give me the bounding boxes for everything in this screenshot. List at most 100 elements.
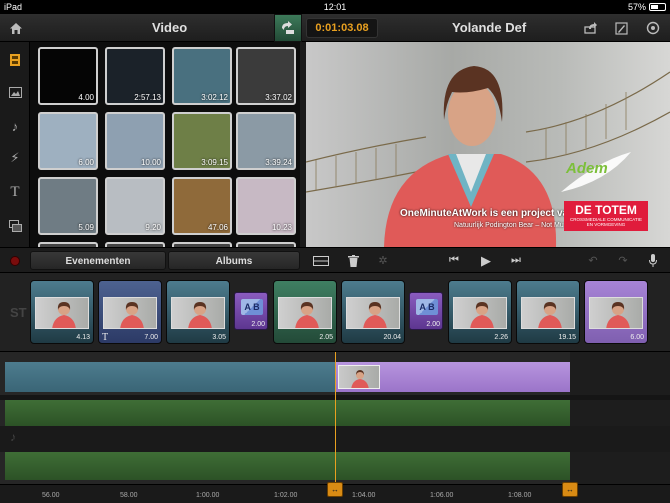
storyboard-clip[interactable]: 6.00	[584, 280, 648, 344]
split-icon	[313, 255, 329, 266]
tab-titles[interactable]: T	[3, 180, 27, 204]
ruler-tick: 1:06.00	[430, 492, 454, 499]
library-thumbnail[interactable]: 3:02.12	[172, 47, 232, 105]
skip-back-button[interactable]: ⏮	[443, 251, 465, 270]
video-track[interactable]	[5, 362, 570, 392]
lightning-icon: ⚡	[10, 150, 20, 165]
skip-forward-button[interactable]: ⏭	[505, 251, 527, 270]
storyboard-clip[interactable]: 2.26	[448, 280, 512, 344]
thumbnail-duration: 10.00	[140, 158, 161, 167]
import-button[interactable]	[274, 14, 302, 42]
brand-name: DE TOTEM	[575, 203, 637, 217]
library-thumbnail[interactable]: 2:57.13	[105, 47, 165, 105]
transition-duration: 2.00	[426, 321, 440, 328]
thumbnail-duration: 2:57.13	[134, 93, 161, 102]
library-thumbnail[interactable]: 3:09.15	[172, 112, 232, 170]
record-button[interactable]	[10, 256, 20, 266]
battery-icon	[649, 3, 666, 11]
storyboard-clip[interactable]: 2.05	[273, 280, 337, 344]
clip-duration: 6.00	[630, 334, 644, 341]
tab-music[interactable]: ♪	[3, 114, 27, 138]
clip-duration: 4.13	[76, 334, 90, 341]
home-button[interactable]	[3, 16, 29, 40]
title-text-icon: T	[102, 332, 109, 343]
audio-track[interactable]	[5, 400, 570, 426]
magic-wand-icon: ✲	[378, 255, 388, 267]
library-source-bar: Evenementen Albums	[0, 247, 306, 272]
edit-button[interactable]	[608, 16, 634, 40]
storyboard-clip[interactable]: T 7.00	[98, 280, 162, 344]
play-button[interactable]: ▶	[475, 251, 497, 270]
magic-button[interactable]: ✲	[372, 251, 394, 270]
microphone-icon	[649, 254, 657, 267]
storyboard-clip[interactable]: 19.15	[516, 280, 580, 344]
music-track[interactable]	[5, 452, 570, 480]
storyboard-clip[interactable]: 4.13	[30, 280, 94, 344]
voiceover-button[interactable]	[642, 251, 664, 270]
waveform	[5, 461, 570, 471]
tab-overlays[interactable]	[3, 214, 27, 238]
library-thumbnail[interactable]: 6.00	[38, 112, 98, 170]
split-clip-button[interactable]	[310, 251, 332, 270]
play-icon: ▶	[481, 252, 491, 268]
thumbnail-duration: 3:02.12	[201, 93, 228, 102]
clip-duration: 19.15	[558, 334, 576, 341]
gear-icon	[646, 21, 660, 35]
thumbnail-duration: 6.00	[78, 158, 94, 167]
clip-duration: 2.05	[319, 334, 333, 341]
brand-tagline: EN VORMGEVING	[586, 222, 626, 227]
adem-logo-text: Adem	[566, 160, 608, 177]
transport-controls: ✲ ⏮ ▶ ⏭ ↶ ↷	[306, 247, 670, 272]
storyboard-transition[interactable]: A B 2.00	[409, 292, 443, 330]
tab-video[interactable]	[3, 48, 27, 72]
home-icon	[10, 22, 22, 34]
thumbnail-duration: 3:09.15	[201, 158, 228, 167]
share-button[interactable]	[578, 16, 604, 40]
library-thumbnail[interactable]: 9.20	[105, 177, 165, 235]
library-thumbnail[interactable]: 10.00	[105, 112, 165, 170]
skip-forward-icon: ⏭	[511, 254, 521, 266]
photo-icon	[8, 86, 22, 98]
edit-pencil-icon	[614, 21, 628, 35]
library-thumbnail[interactable]: 47.06	[172, 177, 232, 235]
playhead-handle[interactable]: ↔	[327, 482, 343, 497]
tab-events[interactable]: Evenementen	[30, 251, 166, 270]
video-track-clip[interactable]	[5, 362, 335, 392]
library-thumbnail[interactable]: 3:39.24	[236, 112, 296, 170]
transition-duration: 2.00	[251, 321, 265, 328]
battery-percent: 57%	[627, 2, 646, 12]
thumbnail-duration: 10.23	[271, 223, 292, 232]
brand-logo: DE TOTEM CROSSMEDIALE COMMUNICATIE EN VO…	[564, 201, 648, 231]
overlay-caption: OneMinuteAtWork is een project van	[400, 208, 575, 219]
library-thumbnail[interactable]: 3:37.02	[236, 47, 296, 105]
thumbnail-duration: 9.20	[145, 223, 161, 232]
storyboard-clip[interactable]: 3.05	[166, 280, 230, 344]
delete-button[interactable]	[342, 251, 364, 270]
clip-end-handle[interactable]: ↔	[562, 482, 578, 497]
library-thumbnail[interactable]: 4.00	[38, 47, 98, 105]
video-preview[interactable]: Adem OneMinuteAtWork is een project van …	[306, 42, 670, 247]
ruler-tick: 1:08.00	[508, 492, 532, 499]
stack-icon	[8, 220, 22, 232]
tab-transitions[interactable]: ⚡	[3, 146, 27, 170]
ruler-tick: 56.00	[42, 492, 60, 499]
storyboard-transition[interactable]: A B 2.00	[234, 292, 268, 330]
playhead[interactable]	[335, 352, 336, 492]
redo-button[interactable]: ↷	[612, 251, 634, 270]
clip-thumbnail	[103, 297, 157, 329]
overlay-subcaption: Natuurlijk Podington Bear – Not Much	[454, 222, 572, 229]
ruler-tick: 1:04.00	[352, 492, 376, 499]
library-thumbnail[interactable]: 10.23	[236, 177, 296, 235]
storyboard-label: ST	[10, 305, 27, 320]
skip-back-icon: ⏮	[449, 254, 459, 266]
status-time: 12:01	[323, 2, 347, 12]
undo-button[interactable]: ↶	[582, 251, 604, 270]
media-library-grid: 4.00 2:57.13 3:02.12 3:37.02 6.00 10.00 …	[30, 42, 300, 247]
tab-photos[interactable]	[3, 80, 27, 104]
music-lane-icon: ♪	[10, 430, 16, 444]
settings-button[interactable]	[640, 16, 666, 40]
tab-albums[interactable]: Albums	[168, 251, 300, 270]
library-thumbnail[interactable]: 5.09	[38, 177, 98, 235]
storyboard-clip[interactable]: 20.04	[341, 280, 405, 344]
drag-arrows-icon: ↔	[331, 485, 339, 494]
